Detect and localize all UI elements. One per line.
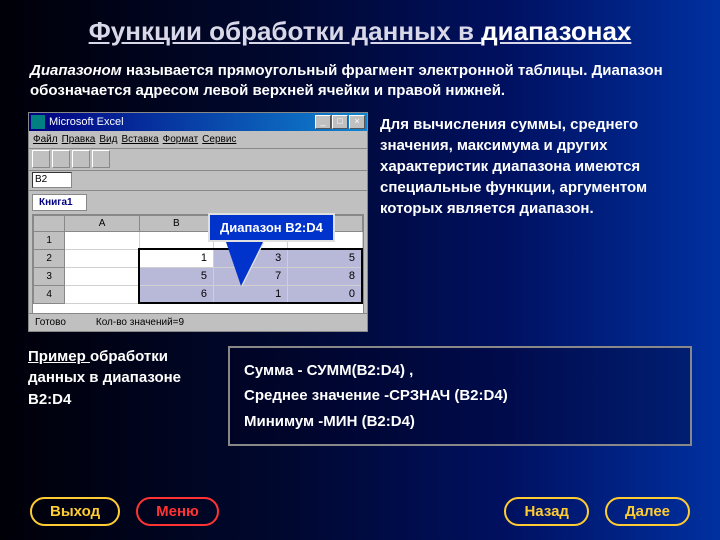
status-bar: Готово Кол-во значений=9 [29, 313, 367, 331]
example-label: Пример обработки данных в диапазоне B2:D… [28, 346, 208, 447]
menu-bar: Файл Правка Вид Вставка Формат Сервис [29, 131, 367, 149]
close-button[interactable]: × [349, 115, 365, 129]
menu-file[interactable]: Файл [33, 134, 58, 145]
formula-min: Минимум -МИН (B2:D4) [244, 409, 676, 435]
intro-emphasis: Диапазоном [30, 62, 126, 79]
menu-view[interactable]: Вид [99, 134, 117, 145]
cell-reference[interactable]: B2 [32, 172, 72, 188]
title-part1: Функции обработки данных в [89, 16, 482, 46]
nav-bar: Выход Меню Назад Далее [0, 497, 720, 526]
formula-bar: B2 [29, 171, 367, 191]
toolbar-button[interactable] [72, 150, 90, 168]
excel-icon [31, 115, 45, 129]
maximize-button[interactable]: □ [332, 115, 348, 129]
page-title: Функции обработки данных в диапазонах [0, 0, 720, 57]
toolbar [29, 149, 367, 171]
menu-format[interactable]: Формат [163, 134, 199, 145]
back-button[interactable]: Назад [504, 497, 588, 526]
title-part2: диапазонах [481, 16, 631, 46]
toolbar-button[interactable] [92, 150, 110, 168]
status-ready: Готово [35, 317, 66, 328]
exit-button[interactable]: Выход [30, 497, 120, 526]
toolbar-button[interactable] [32, 150, 50, 168]
toolbar-button[interactable] [52, 150, 70, 168]
formula-sum: Сумма - СУММ(B2:D4) , [244, 358, 676, 384]
formula-avg: Среднее значение -СРЗНАЧ (B2:D4) [244, 383, 676, 409]
callout: Диапазон B2:D4 [208, 213, 335, 286]
spreadsheet-grid[interactable]: ABCD 1 2135 3578 4610 Диапазон B2:D4 [32, 214, 364, 326]
example-underline: Пример [28, 348, 90, 365]
formulas-box: Сумма - СУММ(B2:D4) , Среднее значение -… [228, 346, 692, 447]
excel-window: Microsoft Excel _ □ × Файл Правка Вид Вс… [28, 112, 368, 332]
window-title: Microsoft Excel [49, 116, 124, 128]
description-text: Для вычисления суммы, среднего значения,… [380, 112, 692, 332]
menu-tools[interactable]: Сервис [202, 134, 236, 145]
intro-text: Диапазоном называется прямоугольный фраг… [0, 57, 720, 112]
callout-label: Диапазон B2:D4 [208, 213, 335, 242]
menu-insert[interactable]: Вставка [121, 134, 158, 145]
status-count: Кол-во значений=9 [96, 317, 184, 328]
menu-edit[interactable]: Правка [62, 134, 96, 145]
menu-button[interactable]: Меню [136, 497, 219, 526]
minimize-button[interactable]: _ [315, 115, 331, 129]
window-titlebar: Microsoft Excel _ □ × [29, 113, 367, 131]
workbook-tab[interactable]: Книга1 [32, 194, 87, 211]
next-button[interactable]: Далее [605, 497, 690, 526]
callout-arrow-icon [226, 242, 263, 286]
